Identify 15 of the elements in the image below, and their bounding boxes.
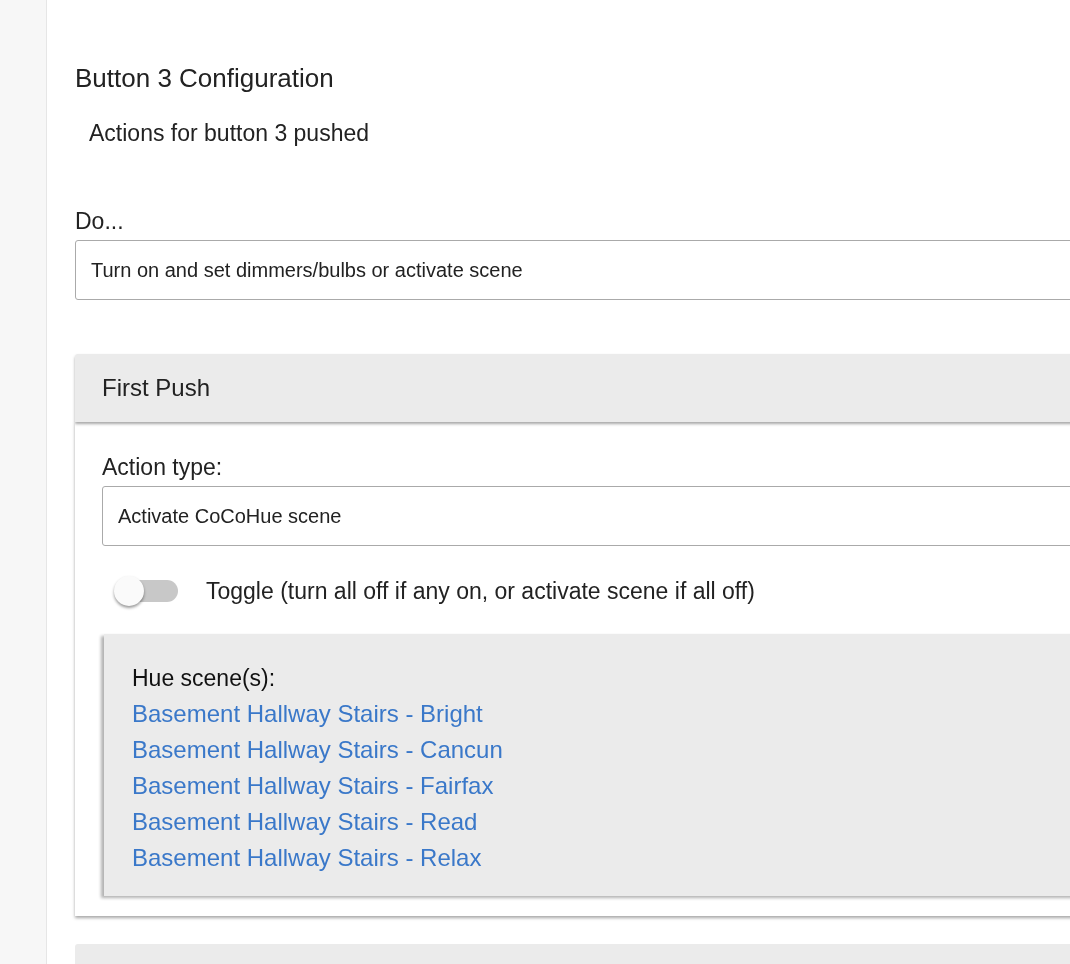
scene-link[interactable]: Basement Hallway Stairs - Fairfax (132, 768, 494, 804)
select-field[interactable]: Turn on and set dimmers/bulbs or activate scene (75, 240, 1070, 300)
scene-link[interactable]: Basement Hallway Stairs - Cancun (132, 732, 503, 768)
select-field[interactable]: Activate CoCoHue scene (102, 486, 1070, 546)
toggle-switch[interactable] (114, 576, 178, 606)
field-label: Do... (75, 207, 125, 236)
scene-list-label: Hue scene(s): (132, 665, 276, 691)
field-label: Action type: (102, 453, 224, 482)
scene-link[interactable]: Basement Hallway Stairs - Relax (132, 840, 482, 876)
scene-link[interactable]: Basement Hallway Stairs - Read (132, 804, 478, 840)
scene-link[interactable]: Basement Hallway Stairs - Bright (132, 696, 483, 732)
section-header[interactable]: First Push (75, 354, 1070, 422)
page-subtitle: Actions for button 3 pushed (89, 119, 371, 148)
page-title: Button 3 Configuration (75, 62, 335, 95)
toggle-label: Toggle (turn all off if any on, or activate scene if all off) (206, 577, 755, 605)
